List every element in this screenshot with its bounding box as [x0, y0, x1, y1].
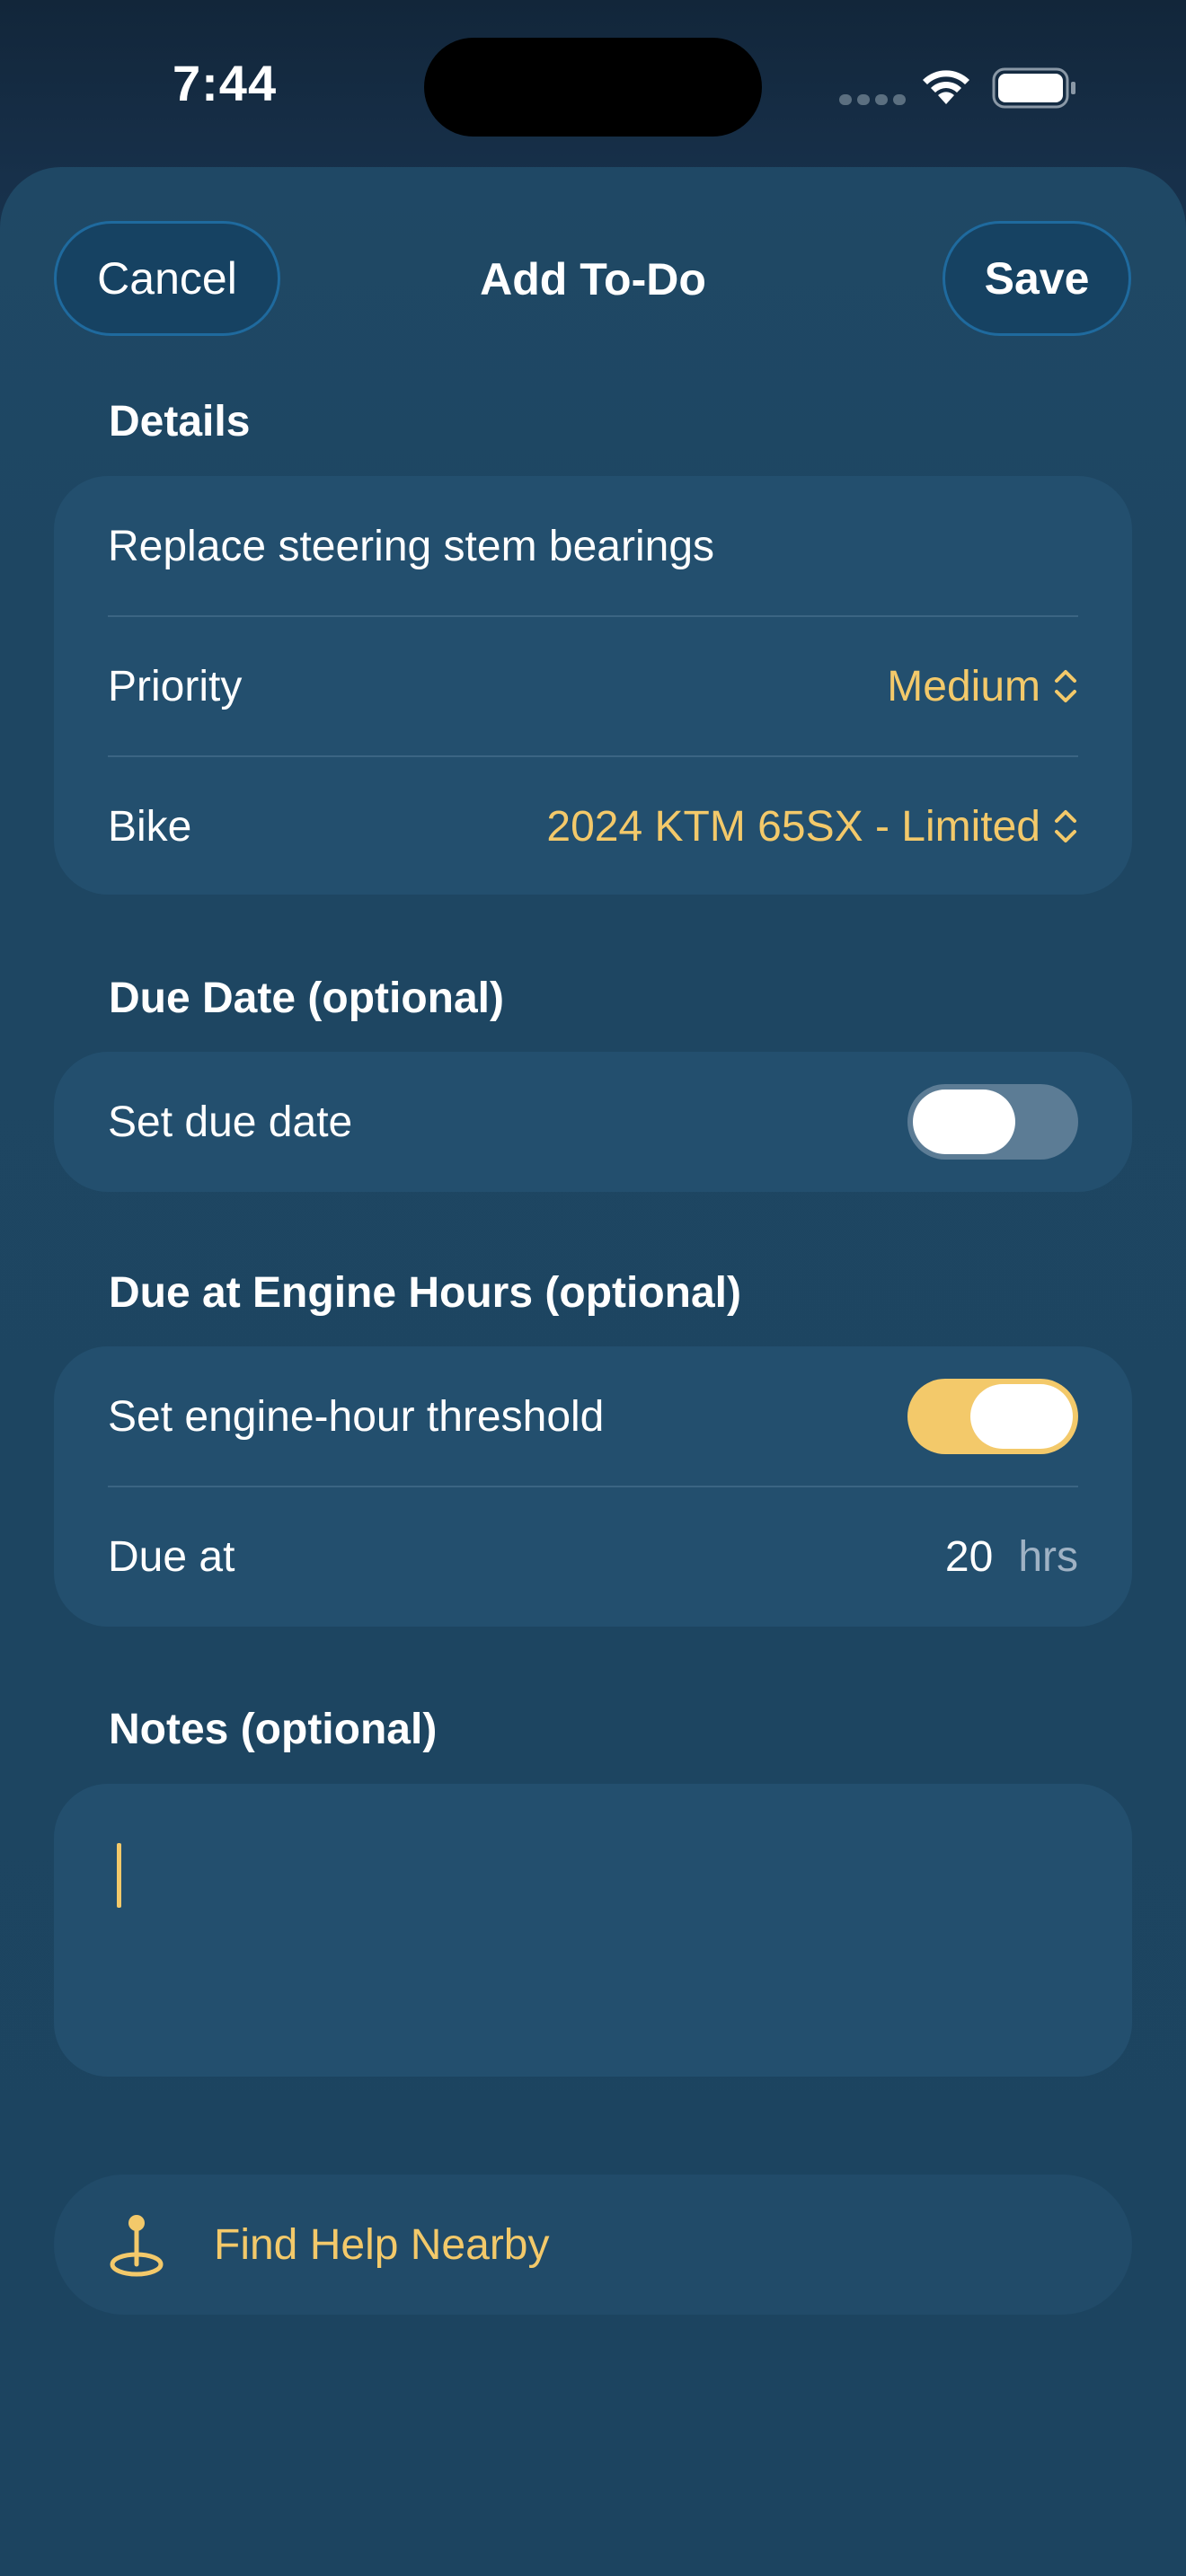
due-date-toggle[interactable]	[907, 1084, 1078, 1160]
engine-hours-header: Due at Engine Hours (optional)	[109, 1269, 741, 1317]
bike-label: Bike	[108, 802, 192, 851]
engine-hour-toggle-label: Set engine-hour threshold	[108, 1392, 605, 1441]
priority-label: Priority	[108, 662, 243, 710]
due-date-row: Set due date	[108, 1052, 1078, 1192]
cellular-signal-icon	[839, 93, 911, 110]
due-date-header: Due Date (optional)	[109, 975, 504, 1022]
engine-hours-card: Set engine-hour threshold Due at 20 hrs	[54, 1346, 1132, 1627]
due-at-row: Due at 20 hrs	[108, 1486, 1078, 1627]
find-help-label: Find Help Nearby	[214, 2220, 550, 2269]
due-at-hours-field[interactable]: 20 hrs	[945, 1532, 1078, 1582]
task-title-value: Replace steering stem bearings	[108, 522, 715, 570]
due-at-unit: hrs	[1018, 1532, 1078, 1581]
task-title-field[interactable]: Replace steering stem bearings	[108, 476, 1078, 616]
text-cursor	[117, 1843, 121, 1908]
priority-value: Medium	[887, 662, 1040, 710]
engine-hour-toggle[interactable]	[907, 1379, 1078, 1454]
priority-row[interactable]: Priority Medium	[108, 616, 1078, 756]
dynamic-island	[424, 38, 762, 137]
details-header: Details	[109, 398, 251, 446]
due-date-card: Set due date	[54, 1052, 1132, 1192]
status-time: 7:44	[173, 55, 278, 111]
battery-icon	[992, 67, 1075, 109]
bike-row[interactable]: Bike 2024 KTM 65SX - Limited	[108, 756, 1078, 896]
screen: 7:44 Cancel Add To-Do Save Details Repla…	[0, 0, 1186, 2576]
bike-picker[interactable]: 2024 KTM 65SX - Limited	[546, 802, 1078, 851]
engine-hour-threshold-row: Set engine-hour threshold	[108, 1346, 1078, 1486]
save-button[interactable]: Save	[943, 221, 1131, 336]
add-todo-sheet: Cancel Add To-Do Save Details Replace st…	[0, 167, 1186, 2576]
priority-picker[interactable]: Medium	[887, 662, 1078, 711]
bike-value: 2024 KTM 65SX - Limited	[546, 802, 1040, 851]
details-card: Replace steering stem bearings Priority …	[54, 476, 1132, 895]
due-date-toggle-label: Set due date	[108, 1098, 353, 1146]
wifi-icon	[923, 70, 969, 104]
chevron-up-down-icon	[1055, 810, 1076, 842]
due-at-label: Due at	[108, 1532, 235, 1581]
due-at-value: 20	[944, 1532, 994, 1581]
map-pin-icon	[110, 2215, 164, 2277]
notes-header: Notes (optional)	[109, 1706, 438, 1753]
chevron-up-down-icon	[1055, 670, 1076, 702]
notes-text-area[interactable]	[54, 1784, 1132, 2077]
find-help-nearby-button[interactable]: Find Help Nearby	[54, 2175, 1132, 2315]
